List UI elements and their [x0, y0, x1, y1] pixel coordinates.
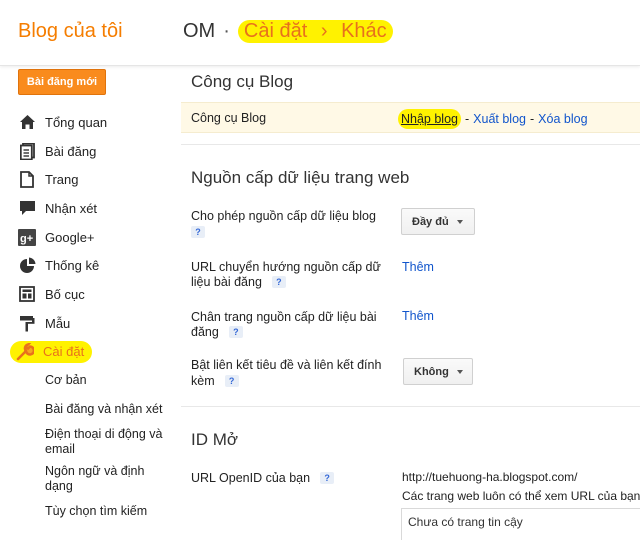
breadcrumb: OM · Cài đặt › Khác — [183, 20, 393, 43]
help-icon[interactable]: ? — [320, 472, 335, 484]
trusted-sites-box[interactable]: Chưa có trang tin cậy — [401, 508, 640, 540]
enclosure-label-line-2: kèm — [191, 374, 215, 388]
blog-name[interactable]: OM — [183, 20, 215, 43]
blog-tools-links: Nhập blog - Xuất blog - Xóa blog — [398, 109, 588, 129]
svg-text:g+: g+ — [20, 233, 33, 245]
redirect-label-line-1: URL chuyển hướng nguồn cấp dữ — [191, 260, 381, 274]
sidebar-subitem-search[interactable]: Tùy chọn tìm kiếm — [0, 498, 175, 527]
posts-icon — [18, 142, 36, 160]
blog-tools-label: Công cụ Blog — [191, 111, 267, 125]
feed-footer-label-line-1: Chân trang nguồn cấp dữ liệu bài — [191, 310, 377, 324]
import-blog-link[interactable]: Nhập blog — [401, 112, 458, 126]
section-divider — [181, 144, 640, 145]
feed-footer-label-line-2: đăng — [191, 325, 219, 339]
sidebar-subitem-posts-comments[interactable]: Bài đăng và nhận xét — [0, 395, 175, 424]
sidebar-item-comments[interactable]: Nhận xét — [0, 194, 175, 223]
import-highlight: Nhập blog — [398, 109, 461, 129]
dropdown-value: Không — [414, 365, 449, 378]
sidebar-nav: Tổng quan Bài đăng Trang Nhận xét g+ Goo… — [0, 108, 175, 526]
sidebar-item-pages[interactable]: Trang — [0, 165, 175, 194]
sidebar-item-label: Bài đăng — [45, 143, 97, 159]
openid-url-label: URL OpenID của bạn — [191, 471, 311, 485]
sidebar-item-stats[interactable]: Thống kê — [0, 251, 175, 280]
help-icon[interactable]: ? — [228, 326, 243, 338]
comment-icon — [18, 199, 36, 217]
section-divider — [181, 406, 640, 407]
template-icon — [18, 314, 36, 332]
sidebar-item-posts[interactable]: Bài đăng — [0, 137, 175, 166]
sidebar-item-overview[interactable]: Tổng quan — [0, 108, 175, 137]
dropdown-value: Đầy đủ — [412, 215, 449, 228]
redirect-label-line-2-row: liệu bài đăng ? — [191, 275, 286, 289]
sidebar-subitem-language[interactable]: Ngôn ngữ và định dạng — [0, 460, 175, 498]
sidebar-item-label: Cài đặt — [43, 344, 85, 360]
breadcrumb-dot: · — [223, 20, 230, 42]
feed-footer-add-link[interactable]: Thêm — [402, 309, 434, 323]
enclosure-dropdown[interactable]: Không — [403, 358, 473, 385]
trusted-sites-text: Chưa có trang tin cậy — [408, 515, 523, 529]
sidebar-item-label: Bố cục — [45, 286, 85, 302]
layout-icon — [18, 285, 36, 303]
home-icon — [18, 113, 36, 131]
help-icon[interactable]: ? — [271, 276, 286, 288]
breadcrumb-highlight: Cài đặt › Khác — [237, 20, 393, 43]
export-blog-link[interactable]: Xuất blog — [473, 112, 526, 126]
chevron-down-icon — [456, 219, 463, 224]
brand-title[interactable]: Blog của tôi — [18, 20, 123, 43]
settings-highlight: Cài đặt — [10, 340, 93, 363]
breadcrumb-other: Khác — [341, 20, 387, 42]
sidebar-item-label: Nhận xét — [45, 200, 98, 216]
wrench-icon — [16, 342, 34, 361]
delete-blog-link[interactable]: Xóa blog — [538, 112, 587, 126]
new-post-button[interactable]: Bài đăng mới — [18, 69, 106, 95]
sidebar-subitem-label: Điện thoại di động và email — [45, 426, 163, 456]
enclosure-label-line-1: Bật liên kết tiêu đề và liên kết đính — [191, 358, 382, 372]
allow-feed-dropdown[interactable]: Đầy đủ — [401, 208, 475, 235]
redirect-label-line-2: liệu bài đăng — [191, 275, 262, 289]
sidebar-subitem-label: Cơ bản — [45, 373, 87, 388]
google-plus-icon: g+ — [18, 228, 36, 246]
sidebar-subitem-label: Ngôn ngữ và định dạng — [45, 463, 145, 493]
sidebar-subitem-basic[interactable]: Cơ bản — [0, 366, 175, 395]
link-separator: - — [530, 112, 535, 126]
chevron-down-icon — [456, 369, 463, 374]
sidebar-item-label: Trang — [45, 172, 79, 188]
feed-footer-label-line-2-row: đăng ? — [191, 325, 243, 339]
redirect-add-link[interactable]: Thêm — [402, 260, 434, 274]
sidebar-subitem-label: Bài đăng và nhận xét — [45, 401, 163, 416]
sidebar-item-layout[interactable]: Bố cục — [0, 280, 175, 309]
section-title-blog-tools: Công cụ Blog — [191, 72, 294, 91]
breadcrumb-arrow: › — [320, 20, 328, 42]
sidebar-subitem-label: Tùy chọn tìm kiếm — [45, 504, 148, 519]
openid-label-row: URL OpenID của bạn ? — [191, 471, 335, 485]
sidebar-item-google-plus[interactable]: g+ Google+ — [0, 223, 175, 252]
blog-tools-row: Công cụ Blog Nhập blog - Xuất blog - Xóa… — [181, 102, 640, 133]
sidebar-item-label: Google+ — [45, 229, 95, 245]
section-title-openid: ID Mở — [191, 430, 239, 449]
page-icon — [18, 171, 36, 189]
breadcrumb-settings[interactable]: Cài đặt — [244, 20, 307, 42]
top-header: Blog của tôi OM · Cài đặt › Khác — [0, 0, 640, 66]
sidebar-item-label: Mẫu — [45, 315, 71, 331]
stats-icon — [18, 257, 36, 275]
help-icon[interactable]: ? — [224, 375, 239, 387]
sidebar-item-label: Tổng quan — [45, 114, 108, 130]
sidebar-item-label: Thống kê — [45, 258, 100, 274]
sidebar-subitem-mobile-email[interactable]: Điện thoại di động và email — [0, 424, 175, 460]
allow-feed-label: Cho phép nguồn cấp dữ liệu blog — [191, 209, 376, 223]
enclosure-label-line-2-row: kèm ? — [191, 374, 239, 388]
help-icon[interactable]: ? — [191, 226, 205, 238]
link-separator: - — [465, 112, 470, 126]
openid-trusted-text: Các trang web luôn có thể xem URL của bạ… — [402, 489, 640, 503]
sidebar-item-settings[interactable]: Cài đặt — [0, 338, 175, 367]
sidebar-item-template[interactable]: Mẫu — [0, 309, 175, 338]
openid-url-value: http://tuehuong-ha.blogspot.com/ — [402, 470, 578, 484]
section-title-feed: Nguồn cấp dữ liệu trang web — [191, 168, 410, 187]
